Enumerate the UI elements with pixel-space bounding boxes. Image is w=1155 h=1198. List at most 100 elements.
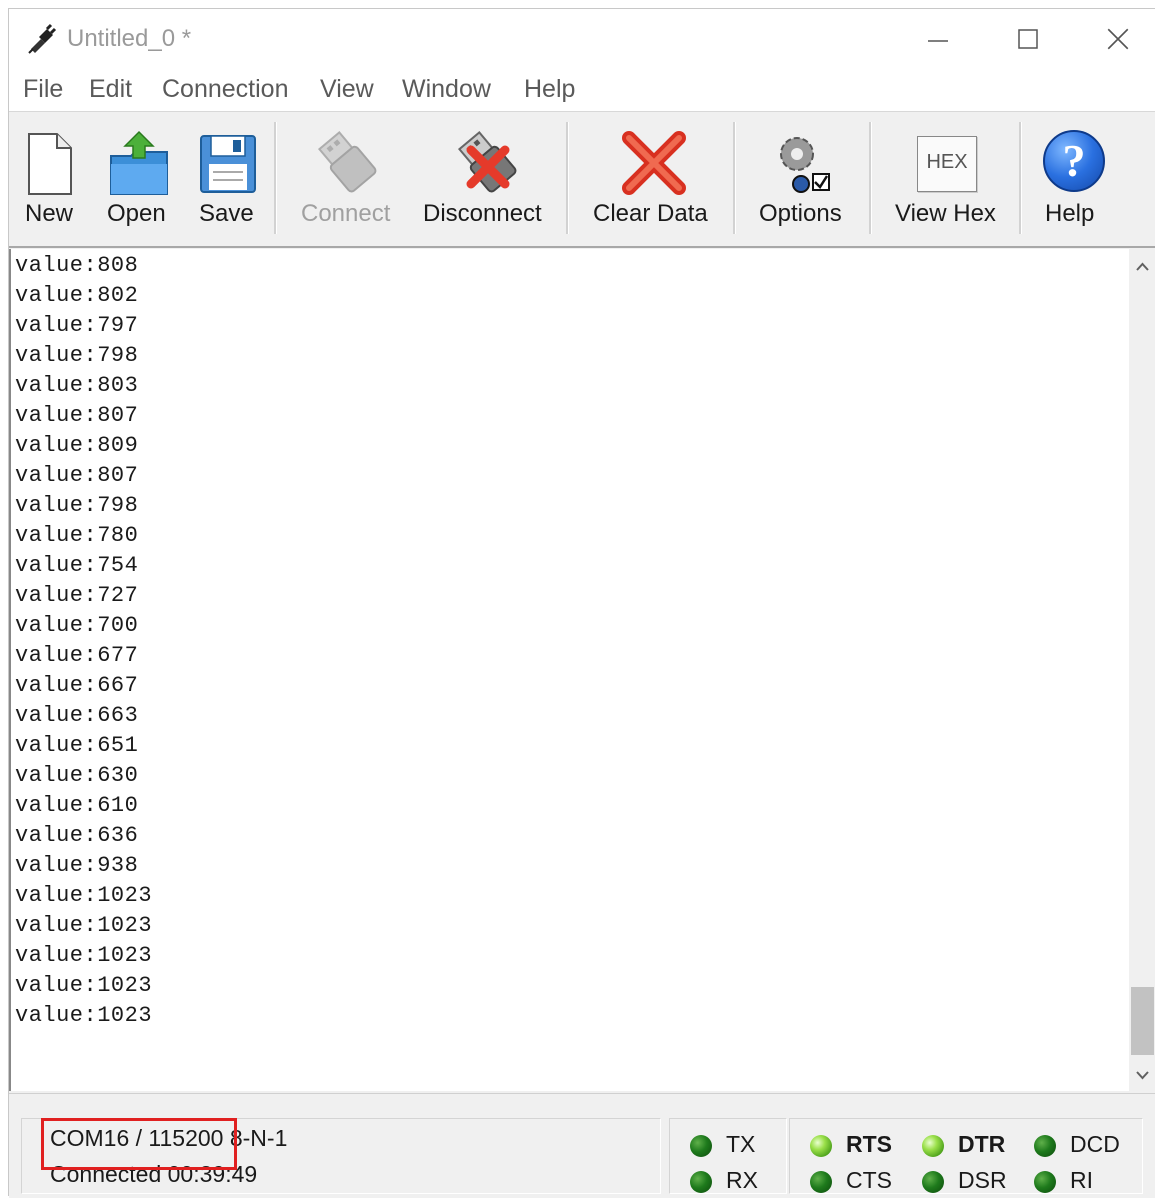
terminal-line: value:1023 bbox=[15, 973, 153, 998]
serial-plug-icon bbox=[28, 23, 57, 54]
scrollbar-thumb[interactable] bbox=[1131, 987, 1154, 1055]
terminal-line: value:802 bbox=[15, 283, 139, 308]
terminal-line: value:636 bbox=[15, 823, 139, 848]
menu-connection[interactable]: Connection bbox=[162, 75, 288, 104]
terminal-line: value:808 bbox=[15, 253, 139, 278]
terminal-line: value:938 bbox=[15, 853, 139, 878]
status-bar: COM16 / 115200 8-N-1 Connected 00:39:49 … bbox=[9, 1093, 1155, 1198]
terminal-line: value:797 bbox=[15, 313, 139, 338]
menu-edit[interactable]: Edit bbox=[89, 75, 132, 104]
minimize-button[interactable] bbox=[913, 19, 963, 59]
terminal-line: value:610 bbox=[15, 793, 139, 818]
close-button[interactable] bbox=[1093, 19, 1143, 59]
menu-help[interactable]: Help bbox=[524, 75, 575, 104]
hex-icon: HEX bbox=[917, 136, 977, 192]
clear-data-button[interactable]: Clear Data bbox=[589, 118, 719, 238]
help-question-icon: ? bbox=[1043, 130, 1105, 192]
minimize-icon bbox=[928, 40, 948, 42]
terminal-line: value:677 bbox=[15, 643, 139, 668]
terminal-line: value:663 bbox=[15, 703, 139, 728]
disconnect-button[interactable]: Disconnect bbox=[417, 118, 557, 238]
vertical-scrollbar[interactable] bbox=[1129, 249, 1155, 1091]
save-button[interactable]: Save bbox=[193, 118, 263, 238]
help-button[interactable]: ? Help bbox=[1039, 118, 1119, 238]
disconnect-plug-icon bbox=[457, 131, 517, 193]
open-label: Open bbox=[107, 200, 166, 227]
terminal-line: value:798 bbox=[15, 343, 139, 368]
help-label: Help bbox=[1045, 200, 1095, 227]
tx-label: TX bbox=[726, 1131, 756, 1157]
ri-led-icon bbox=[1034, 1171, 1056, 1193]
scroll-down-arrow-icon[interactable] bbox=[1129, 1063, 1155, 1087]
app-window: Untitled_0 * File Edit Connection View W… bbox=[8, 8, 1155, 1198]
toolbar: New Open Save Connect Disconnect Clear D… bbox=[9, 112, 1155, 248]
clear-data-label: Clear Data bbox=[593, 200, 708, 227]
terminal-line: value:630 bbox=[15, 763, 139, 788]
dcd-label: DCD bbox=[1070, 1131, 1120, 1157]
terminal-line: value:780 bbox=[15, 523, 139, 548]
dtr-led-icon[interactable] bbox=[922, 1135, 944, 1157]
open-folder-icon bbox=[110, 130, 168, 195]
new-document-icon bbox=[28, 133, 72, 195]
dsr-label: DSR bbox=[958, 1167, 1007, 1193]
hex-icon-text: HEX bbox=[926, 151, 968, 173]
cts-label: CTS bbox=[846, 1167, 892, 1193]
terminal-line: value:807 bbox=[15, 463, 139, 488]
options-label: Options bbox=[759, 200, 842, 227]
dtr-label[interactable]: DTR bbox=[958, 1131, 1005, 1158]
menu-view[interactable]: View bbox=[320, 75, 374, 104]
toolbar-separator bbox=[566, 122, 569, 234]
new-label: New bbox=[25, 200, 74, 227]
terminal-line: value:809 bbox=[15, 433, 139, 458]
view-hex-label: View Hex bbox=[895, 200, 996, 227]
new-button[interactable]: New bbox=[19, 118, 83, 238]
ri-label: RI bbox=[1070, 1167, 1093, 1193]
cts-led-icon bbox=[810, 1171, 832, 1193]
save-label: Save bbox=[199, 200, 254, 227]
dsr-led-icon bbox=[922, 1171, 944, 1193]
usb-plug-icon bbox=[317, 131, 377, 193]
maximize-button[interactable] bbox=[1003, 19, 1053, 59]
highlight-annotation-box bbox=[41, 1118, 237, 1170]
gear-options-icon bbox=[780, 137, 830, 193]
toolbar-separator bbox=[733, 122, 736, 234]
connect-button[interactable]: Connect bbox=[297, 118, 397, 238]
toolbar-separator bbox=[869, 122, 872, 234]
clear-x-icon bbox=[622, 131, 686, 195]
view-hex-button[interactable]: HEX View Hex bbox=[891, 118, 1011, 238]
terminal-line: value:1023 bbox=[15, 1003, 153, 1028]
rts-led-icon[interactable] bbox=[810, 1135, 832, 1157]
open-button[interactable]: Open bbox=[101, 118, 177, 238]
terminal-line: value:651 bbox=[15, 733, 139, 758]
terminal-line: value:1023 bbox=[15, 883, 153, 908]
menu-window[interactable]: Window bbox=[402, 75, 491, 104]
terminal-line: value:803 bbox=[15, 373, 139, 398]
terminal-line: value:667 bbox=[15, 673, 139, 698]
menu-file[interactable]: File bbox=[23, 75, 63, 104]
terminal-line: value:1023 bbox=[15, 913, 153, 938]
options-button[interactable]: Options bbox=[755, 118, 855, 238]
disconnect-label: Disconnect bbox=[423, 200, 542, 227]
scroll-up-arrow-icon[interactable] bbox=[1129, 255, 1155, 279]
rx-label: RX bbox=[726, 1167, 758, 1193]
port-frame-text: 8-N-1 bbox=[229, 1125, 288, 1151]
txrx-panel: TX RX bbox=[669, 1118, 787, 1194]
toolbar-separator bbox=[274, 122, 277, 234]
rx-led-icon bbox=[690, 1171, 712, 1193]
menu-bar: File Edit Connection View Window Help bbox=[9, 69, 1155, 112]
close-icon bbox=[1107, 28, 1129, 50]
terminal-output[interactable]: value:808 value:802 value:797 value:798 … bbox=[9, 249, 1129, 1091]
save-disk-icon bbox=[200, 135, 256, 193]
rts-label[interactable]: RTS bbox=[846, 1131, 892, 1158]
help-icon-text: ? bbox=[1062, 135, 1086, 186]
connect-label: Connect bbox=[301, 200, 391, 227]
title-bar: Untitled_0 * bbox=[9, 9, 1155, 69]
tx-led-icon bbox=[690, 1135, 712, 1157]
terminal-line: value:798 bbox=[15, 493, 139, 518]
terminal-line: value:700 bbox=[15, 613, 139, 638]
terminal-line: value:807 bbox=[15, 403, 139, 428]
maximize-icon bbox=[1018, 29, 1038, 49]
window-title: Untitled_0 * bbox=[67, 25, 192, 52]
line-signals-panel: RTS CTS DTR DSR DCD RI bbox=[789, 1118, 1143, 1194]
terminal-line: value:754 bbox=[15, 553, 139, 578]
